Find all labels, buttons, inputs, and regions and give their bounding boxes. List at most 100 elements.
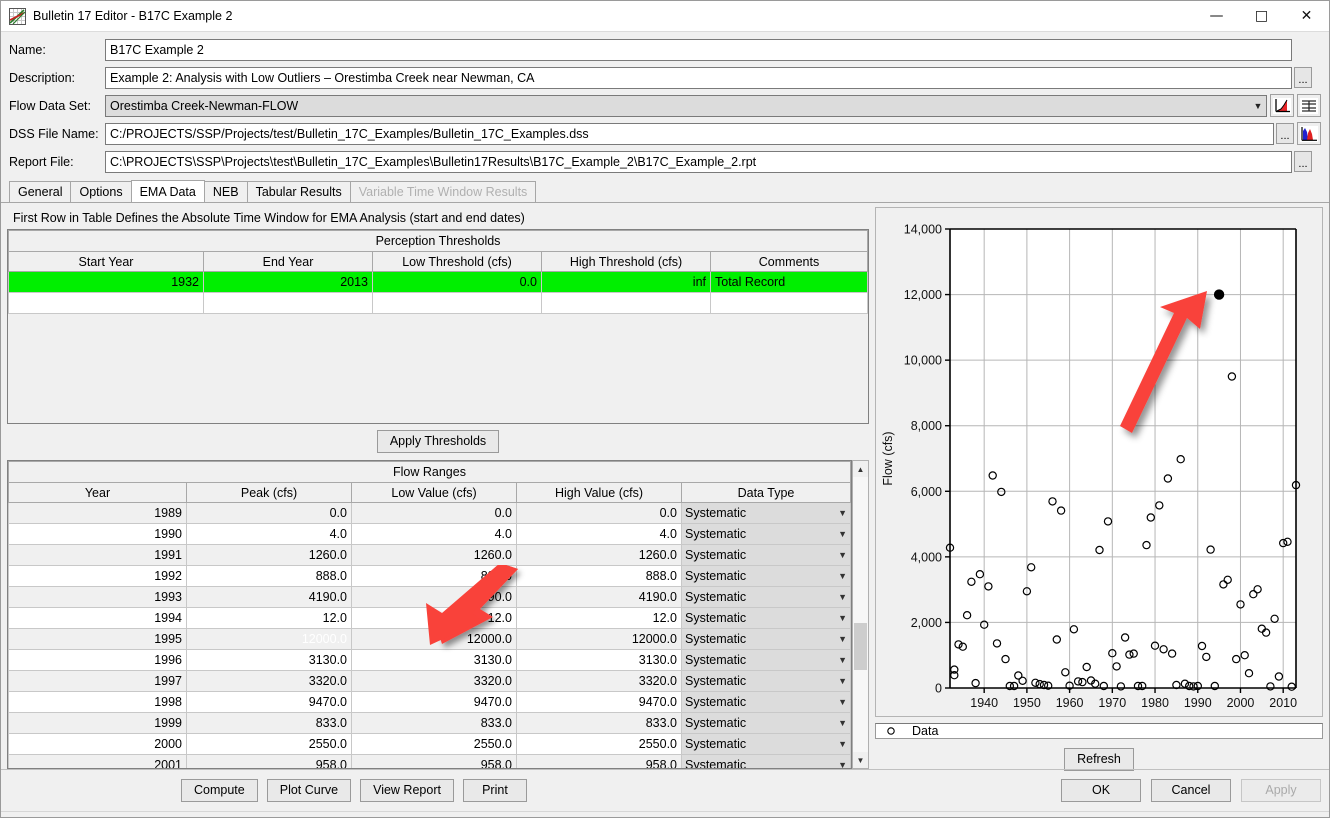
flow-col-header[interactable]: Data Type [681,482,851,503]
chevron-down-icon[interactable]: ▼ [838,739,847,749]
flow-cell-data-type[interactable]: Systematic ▼ [681,754,851,768]
perception-cell-high[interactable]: inf [541,271,711,293]
flow-table-scrollbar[interactable]: ▲ ▼ [852,460,869,769]
flow-col-header[interactable]: Low Value (cfs) [351,482,517,503]
ok-button[interactable]: OK [1061,779,1141,802]
chevron-down-icon[interactable]: ▼ [838,655,847,665]
cancel-button[interactable]: Cancel [1151,779,1231,802]
perception-cell-start_year[interactable]: 1932 [8,271,204,293]
flow-cell-data-type[interactable]: Systematic ▼ [681,649,851,671]
table-row[interactable]: 1993 4190.0 4190.0 4190.0 Systematic ▼ [8,586,851,608]
flow-cell-low[interactable]: 888.0 [351,565,517,587]
perception-cell-low[interactable]: 0.0 [372,271,542,293]
flow-cell-peak[interactable]: 9470.0 [186,691,352,713]
dss-file-input[interactable]: C:/PROJECTS/SSP/Projects/test/Bulletin_1… [105,122,1274,145]
scroll-track[interactable] [853,477,868,752]
chevron-down-icon[interactable]: ▼ [838,634,847,644]
tab-tabular-results[interactable]: Tabular Results [246,181,351,202]
table-icon[interactable] [1297,94,1321,117]
flow-cell-high[interactable]: 0.0 [516,502,682,524]
flow-cell-high[interactable]: 3320.0 [516,670,682,692]
perception-cell-end_year[interactable] [203,292,373,314]
flow-cell-year[interactable]: 1998 [8,691,187,713]
perception-cell-end_year[interactable]: 2013 [203,271,373,293]
report-file-input[interactable]: C:\PROJECTS\SSP\Projects\test\Bulletin_1… [105,150,1292,173]
compute-button[interactable]: Compute [181,779,258,802]
perception-cell-low[interactable] [372,292,542,314]
flow-cell-high[interactable]: 4.0 [516,523,682,545]
perception-cell-comments[interactable] [710,292,868,314]
scroll-thumb[interactable] [854,622,867,670]
refresh-button[interactable]: Refresh [1064,748,1134,771]
perception-col-header[interactable]: Low Threshold (cfs) [372,251,542,272]
scroll-down-icon[interactable]: ▼ [853,752,868,768]
flow-cell-year[interactable]: 1993 [8,586,187,608]
description-browse-button[interactable]: ... [1294,67,1312,88]
plot-curve-button[interactable]: Plot Curve [266,779,352,802]
flow-cell-high[interactable]: 12000.0 [516,628,682,650]
perception-col-header[interactable]: End Year [203,251,373,272]
flow-cell-low[interactable]: 4190.0 [351,586,517,608]
flow-cell-data-type[interactable]: Systematic ▼ [681,523,851,545]
flow-cell-peak[interactable]: 12.0 [186,607,352,629]
legend-item-data[interactable]: Data [886,724,938,738]
flow-cell-year[interactable]: 1997 [8,670,187,692]
flow-cell-peak[interactable]: 958.0 [186,754,352,768]
flow-cell-low[interactable]: 4.0 [351,523,517,545]
chevron-down-icon[interactable]: ▼ [838,760,847,768]
perception-empty-area[interactable] [8,314,868,423]
flow-cell-year[interactable]: 1992 [8,565,187,587]
flow-cell-peak[interactable]: 2550.0 [186,733,352,755]
chevron-down-icon[interactable]: ▼ [838,697,847,707]
flow-cell-low[interactable]: 958.0 [351,754,517,768]
flow-cell-low[interactable]: 2550.0 [351,733,517,755]
table-row[interactable]: 1992 888.0 888.0 888.0 Systematic ▼ [8,565,851,587]
flow-cell-peak[interactable]: 0.0 [186,502,352,524]
flow-cell-low[interactable]: 833.0 [351,712,517,734]
flow-cell-data-type[interactable]: Systematic ▼ [681,733,851,755]
flow-data-set-combo[interactable]: Orestimba Creek-Newman-FLOW ▼ [105,94,1267,117]
flow-cell-peak[interactable]: 3320.0 [186,670,352,692]
report-file-browse-button[interactable]: ... [1294,151,1312,172]
flow-cell-data-type[interactable]: Systematic ▼ [681,586,851,608]
flow-cell-year[interactable]: 1995 [8,628,187,650]
flow-cell-high[interactable]: 958.0 [516,754,682,768]
table-row[interactable]: 1996 3130.0 3130.0 3130.0 Systematic ▼ [8,649,851,671]
flow-cell-year[interactable]: 2000 [8,733,187,755]
table-row[interactable]: 1995 12000.0 12000.0 12000.0 Systematic ▼ [8,628,851,650]
flow-cell-high[interactable]: 888.0 [516,565,682,587]
chevron-down-icon[interactable]: ▼ [1250,101,1266,111]
flow-cell-high[interactable]: 12.0 [516,607,682,629]
tab-general[interactable]: General [9,181,72,202]
flow-cell-peak[interactable]: 12000.0 [186,628,352,650]
chevron-down-icon[interactable]: ▼ [838,592,847,602]
histogram-icon[interactable] [1297,122,1321,145]
table-row[interactable]: 1997 3320.0 3320.0 3320.0 Systematic ▼ [8,670,851,692]
flow-cell-high[interactable]: 2550.0 [516,733,682,755]
scroll-up-icon[interactable]: ▲ [853,461,868,477]
flow-cell-year[interactable]: 1996 [8,649,187,671]
table-row[interactable]: 1998 9470.0 9470.0 9470.0 Systematic ▼ [8,691,851,713]
flow-cell-peak[interactable]: 888.0 [186,565,352,587]
perception-cell-comments[interactable]: Total Record [710,271,868,293]
flow-cell-peak[interactable]: 833.0 [186,712,352,734]
table-row[interactable]: 1989 0.0 0.0 0.0 Systematic ▼ [8,502,851,524]
table-row[interactable]: 1991 1260.0 1260.0 1260.0 Systematic ▼ [8,544,851,566]
flow-col-header[interactable]: High Value (cfs) [516,482,682,503]
flow-cell-low[interactable]: 3130.0 [351,649,517,671]
chevron-down-icon[interactable]: ▼ [838,718,847,728]
data-point-highlighted[interactable] [1213,289,1225,300]
flow-col-header[interactable]: Year [8,482,187,503]
minimize-icon[interactable]: — [1194,1,1239,32]
flow-cell-low[interactable]: 1260.0 [351,544,517,566]
table-row[interactable]: 2000 2550.0 2550.0 2550.0 Systematic ▼ [8,733,851,755]
plot-curve-icon[interactable] [1270,94,1294,117]
table-row[interactable]: 1999 833.0 833.0 833.0 Systematic ▼ [8,712,851,734]
close-icon[interactable]: ✕ [1284,1,1329,32]
chevron-down-icon[interactable]: ▼ [838,529,847,539]
flow-cell-year[interactable]: 1990 [8,523,187,545]
chevron-down-icon[interactable]: ▼ [838,571,847,581]
apply-thresholds-button[interactable]: Apply Thresholds [376,430,500,453]
flow-cell-data-type[interactable]: Systematic ▼ [681,670,851,692]
table-row[interactable]: 1994 12.0 12.0 12.0 Systematic ▼ [8,607,851,629]
